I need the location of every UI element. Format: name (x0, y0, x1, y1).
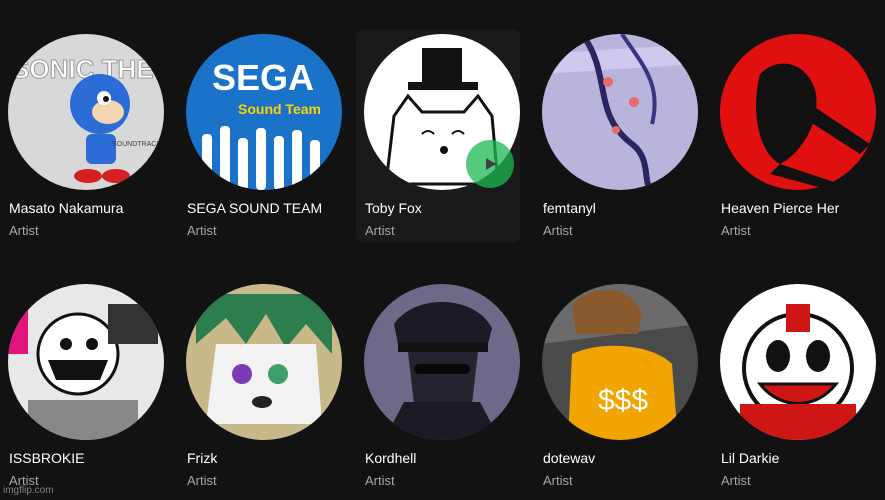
femtanyl-cover-art (542, 34, 698, 190)
artist-avatar (364, 284, 520, 440)
artist-name[interactable]: Lil Darkie (721, 450, 881, 466)
artist-name[interactable]: dotewav (543, 450, 703, 466)
artist-avatar: SONIC THE HEDGEHOG SOUNDTRACK (8, 34, 164, 190)
cover-subtitle: SOUNDTRACK (112, 141, 161, 148)
play-icon (486, 158, 496, 170)
artist-card-heaven-pierce-her[interactable]: Heaven Pierce Her Artist (712, 30, 876, 242)
dotewav-cover-art: $$$ (542, 284, 698, 440)
artist-avatar (542, 34, 698, 190)
artist-type-label: Artist (543, 223, 573, 238)
watermark: imgflip.com (3, 485, 54, 496)
artist-type-label: Artist (9, 223, 39, 238)
artist-card-kordhell[interactable]: Kordhell Artist (356, 280, 520, 492)
artist-type-label: Artist (721, 223, 751, 238)
artist-name[interactable]: Masato Nakamura (9, 200, 169, 216)
artist-name[interactable]: Toby Fox (365, 200, 525, 216)
artist-card-masato-nakamura[interactable]: SONIC THE HEDGEHOG SOUNDTRACK Masato Nak… (0, 30, 164, 242)
artist-avatar (720, 34, 876, 190)
artist-type-label: Artist (721, 473, 751, 488)
artist-card-issbrokie[interactable]: ISSBROKIE Artist (0, 280, 164, 492)
artist-avatar: $$$ (542, 284, 698, 440)
artist-type-label: Artist (365, 473, 395, 488)
artist-card-toby-fox[interactable]: Toby Fox Artist (356, 30, 520, 242)
frizk-cover-art (186, 284, 342, 440)
cover-subtitle: Sound Team (238, 101, 321, 117)
artist-name[interactable]: Kordhell (365, 450, 525, 466)
artist-card-dotewav[interactable]: $$$ dotewav Artist (534, 280, 698, 492)
artist-card-frizk[interactable]: Frizk Artist (178, 280, 342, 492)
artist-type-label: Artist (187, 473, 217, 488)
artist-card-lil-darkie[interactable]: Lil Darkie Artist (712, 280, 876, 492)
artist-avatar (186, 284, 342, 440)
artist-name[interactable]: femtanyl (543, 200, 703, 216)
issbrokie-cover-art (8, 284, 164, 440)
kordhell-cover-art (364, 284, 520, 440)
lil-darkie-cover-art (720, 284, 876, 440)
artist-card-sega-sound-team[interactable]: SEGA Sound Team SEGA SOUND TEAM Artist (178, 30, 342, 242)
artist-name[interactable]: Frizk (187, 450, 347, 466)
cover-text: $$$ (598, 384, 648, 417)
sega-cover-art: SEGA Sound Team (186, 34, 342, 190)
artist-card-femtanyl[interactable]: femtanyl Artist (534, 30, 698, 242)
heaven-pierce-her-cover-art (720, 34, 876, 190)
artist-grid: SONIC THE HEDGEHOG SOUNDTRACK Masato Nak… (0, 0, 885, 500)
cover-title: SEGA (212, 57, 314, 98)
artist-type-label: Artist (187, 223, 217, 238)
artist-avatar: SEGA Sound Team (186, 34, 342, 190)
sonic-cover-art: SONIC THE HEDGEHOG SOUNDTRACK (8, 34, 164, 190)
artist-type-label: Artist (543, 473, 573, 488)
artist-name[interactable]: ISSBROKIE (9, 450, 169, 466)
artist-avatar (8, 284, 164, 440)
play-button[interactable] (466, 140, 514, 188)
artist-avatar (720, 284, 876, 440)
artist-name[interactable]: Heaven Pierce Her (721, 200, 881, 216)
artist-name[interactable]: SEGA SOUND TEAM (187, 200, 347, 216)
artist-type-label: Artist (365, 223, 395, 238)
